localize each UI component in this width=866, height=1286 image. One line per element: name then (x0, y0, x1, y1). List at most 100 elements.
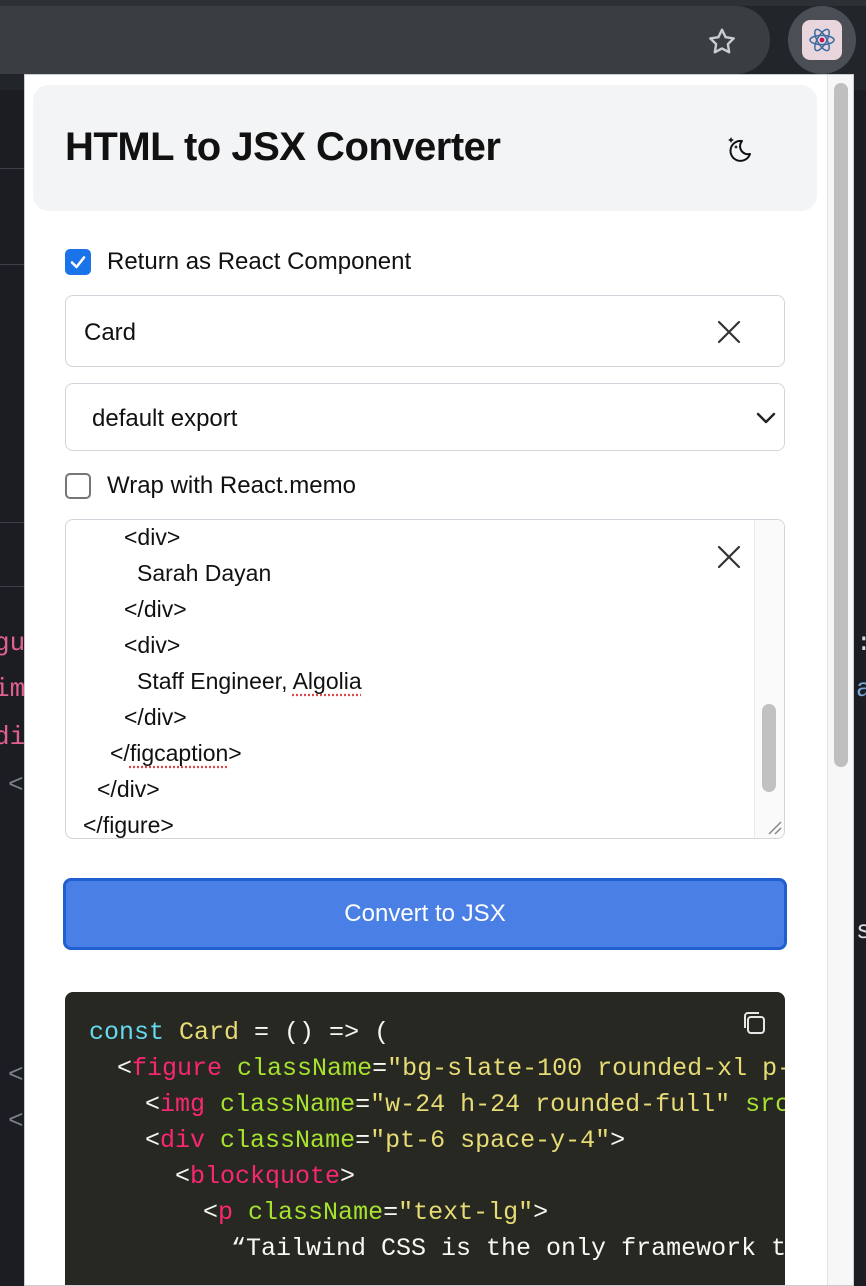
code-token: blockquote (190, 1162, 340, 1191)
code-token: src (745, 1090, 785, 1119)
background-code: < (8, 1060, 24, 1090)
code-token: Card (179, 1018, 239, 1047)
code-line: </div> (124, 704, 187, 731)
jsx-output-code: const Card = () => ( <figure className="… (65, 992, 785, 1286)
copy-button[interactable] (737, 1006, 771, 1040)
jsx-output: const Card = () => ( <figure className="… (65, 992, 785, 1286)
code-token: < (175, 1162, 190, 1191)
check-icon (68, 252, 88, 272)
close-icon (716, 544, 742, 570)
react-atom-icon (802, 20, 842, 60)
code-token: "w-24 h-24 rounded-full" (370, 1090, 730, 1119)
code-line: <div> (124, 632, 180, 659)
code-line: “Tailwind CSS is the only framework tha (231, 1234, 785, 1263)
code-token: “Tailwind CSS is the only framework tha (231, 1234, 785, 1263)
code-token: = () => ( (239, 1018, 389, 1047)
copy-icon (740, 1009, 768, 1037)
html-input-textarea[interactable]: <div> Sarah Dayan </div> <div> Staff Eng… (65, 519, 785, 839)
memo-option[interactable]: Wrap with React.memo (65, 472, 356, 500)
code-line: <div> (124, 524, 180, 551)
resize-handle-icon[interactable] (763, 816, 783, 836)
code-text: Staff Engineer, (137, 668, 293, 694)
code-text: </ (110, 740, 130, 766)
popup-scrollbar[interactable] (827, 75, 853, 1286)
code-token: className (237, 1054, 372, 1083)
code-line: </figcaption> (110, 740, 242, 767)
spellcheck-word: figcaption (130, 740, 228, 766)
background-code: di (0, 722, 25, 752)
code-line: <figure className="bg-slate-100 rounded-… (117, 1054, 785, 1083)
extension-button[interactable] (788, 6, 856, 74)
background-code: < (8, 770, 24, 800)
code-token: = (355, 1090, 370, 1119)
component-name-value: Card (84, 319, 136, 347)
moon-stars-icon[interactable] (719, 129, 759, 169)
code-token: className (220, 1090, 355, 1119)
textarea-scrollbar[interactable] (754, 520, 784, 838)
export-type-select[interactable]: default export (65, 383, 785, 451)
code-line: <div className="pt-6 space-y-4"> (145, 1126, 625, 1155)
page-title: HTML to JSX Converter (65, 125, 501, 170)
code-token: = (383, 1198, 398, 1227)
background-code: im (0, 674, 25, 704)
popup-scroll-thumb[interactable] (834, 83, 848, 767)
code-line: <blockquote> (175, 1162, 355, 1191)
code-line: <img className="w-24 h-24 rounded-full" … (145, 1090, 785, 1119)
code-token: const (89, 1018, 164, 1047)
code-token: className (248, 1198, 383, 1227)
background-code: s (856, 916, 866, 946)
memo-checkbox[interactable] (65, 473, 91, 499)
popup-header: HTML to JSX Converter (33, 85, 817, 211)
memo-label: Wrap with React.memo (107, 472, 356, 500)
background-code: gu (0, 628, 25, 658)
code-token: className (220, 1126, 355, 1155)
address-bar[interactable] (0, 6, 770, 74)
return-component-checkbox[interactable] (65, 249, 91, 275)
code-token: < (203, 1198, 218, 1227)
code-line: const Card = () => ( (89, 1018, 389, 1047)
extension-popup: HTML to JSX Converter Return as React Co… (24, 74, 854, 1286)
code-token: "text-lg" (398, 1198, 533, 1227)
export-type-value: default export (92, 405, 237, 433)
code-token: < (117, 1054, 132, 1083)
background-code: < (8, 1106, 24, 1136)
textarea-scroll-thumb[interactable] (762, 704, 776, 792)
component-name-input[interactable]: Card (65, 295, 785, 367)
html-input-content: <div> Sarah Dayan </div> <div> Staff Eng… (66, 520, 756, 839)
code-token: < (145, 1090, 160, 1119)
code-token: = (355, 1126, 370, 1155)
code-token: div (160, 1126, 205, 1155)
code-token: figure (132, 1054, 222, 1083)
divider (0, 586, 24, 587)
code-line: </div> (97, 776, 160, 803)
code-token: > (533, 1198, 548, 1227)
code-line: <p className="text-lg"> (203, 1198, 548, 1227)
code-line: Staff Engineer, Algolia (137, 668, 362, 695)
background-code: : (856, 628, 866, 658)
return-component-option[interactable]: Return as React Component (65, 248, 411, 276)
close-icon (716, 319, 742, 345)
divider (0, 264, 24, 265)
divider (0, 168, 24, 169)
code-token: img (160, 1090, 205, 1119)
background-code: a (856, 674, 866, 704)
convert-button[interactable]: Convert to JSX (63, 878, 787, 950)
code-token: < (145, 1126, 160, 1155)
code-token: "bg-slate-100 rounded-xl p-8 (387, 1054, 785, 1083)
code-line: </div> (124, 596, 187, 623)
code-token: > (340, 1162, 355, 1191)
code-line: Sarah Dayan (137, 560, 271, 587)
code-text: > (228, 740, 241, 766)
code-token: > (610, 1126, 625, 1155)
return-component-label: Return as React Component (107, 248, 411, 276)
code-token: = (372, 1054, 387, 1083)
spellcheck-word: Algolia (293, 668, 362, 694)
code-token: "pt-6 space-y-4" (370, 1126, 610, 1155)
clear-input-button[interactable] (712, 540, 746, 574)
divider (0, 522, 24, 523)
clear-name-button[interactable] (712, 315, 746, 349)
chevron-down-icon (752, 404, 780, 432)
code-line: </figure> (83, 812, 174, 839)
code-token: p (218, 1198, 233, 1227)
bookmark-star-icon[interactable] (700, 20, 744, 64)
